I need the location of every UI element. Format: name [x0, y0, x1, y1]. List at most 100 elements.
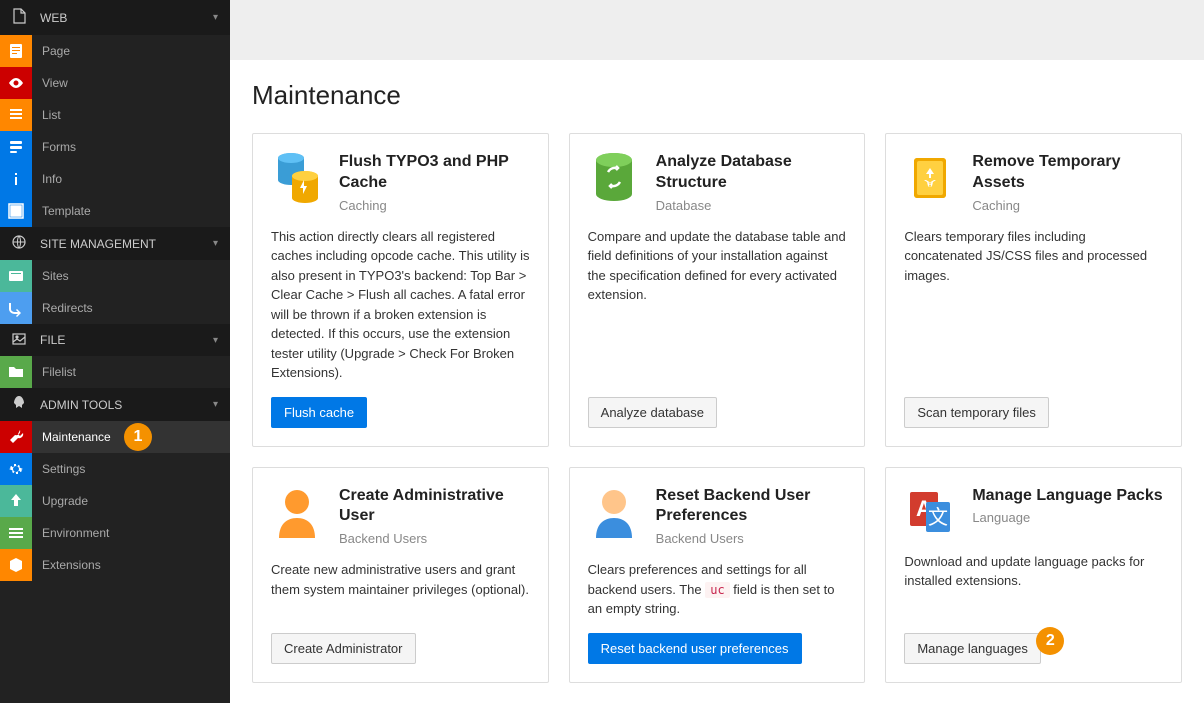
manage-languages-button[interactable]: Manage languages	[904, 633, 1041, 664]
upgrade-icon	[0, 485, 32, 517]
card-description: Clears temporary files including concate…	[904, 227, 1163, 383]
main-content: Maintenance Flush TYPO3 and PHP Cache Ca…	[230, 0, 1204, 703]
nav-item-sites[interactable]: Sites	[0, 260, 230, 292]
flush-cache-button[interactable]: Flush cache	[271, 397, 367, 428]
wrench-icon	[0, 421, 32, 453]
nav-item-list[interactable]: List	[0, 99, 230, 131]
cards-grid: Flush TYPO3 and PHP Cache Caching This a…	[252, 133, 1182, 683]
card-subtitle: Language	[972, 510, 1162, 525]
step-badge-1: 1	[124, 423, 152, 451]
card-description: Download and update language packs for i…	[904, 552, 1163, 619]
card-description: Create new administrative users and gran…	[271, 560, 530, 619]
card-subtitle: Caching	[972, 198, 1163, 213]
nav-item-label: Sites	[32, 269, 69, 283]
nav-item-extensions[interactable]: Extensions	[0, 549, 230, 581]
nav-item-page[interactable]: Page	[0, 35, 230, 67]
chevron-down-icon: ▾	[213, 238, 218, 249]
user-blue-icon	[588, 486, 640, 538]
card-description: This action directly clears all register…	[271, 227, 530, 383]
environment-icon	[0, 517, 32, 549]
globe-icon	[12, 235, 40, 252]
card-title: Remove Temporary Assets	[972, 152, 1163, 194]
nav-item-info[interactable]: Info	[0, 163, 230, 195]
rocket-icon	[12, 396, 40, 413]
redirects-icon	[0, 292, 32, 324]
nav-item-environment[interactable]: Environment	[0, 517, 230, 549]
nav-section-label: WEB	[40, 11, 67, 25]
card-title: Flush TYPO3 and PHP Cache	[339, 152, 530, 194]
svg-text:文: 文	[928, 506, 948, 529]
nav-item-view[interactable]: View	[0, 67, 230, 99]
card-reset-backend-prefs: Reset Backend User Preferences Backend U…	[569, 467, 866, 683]
card-subtitle: Backend Users	[339, 531, 530, 546]
nav-section-label: FILE	[40, 333, 65, 347]
reset-backend-prefs-button[interactable]: Reset backend user preferences	[588, 633, 802, 664]
nav-item-label: Filelist	[32, 365, 76, 379]
info-icon	[0, 163, 32, 195]
nav-item-settings[interactable]: Settings	[0, 453, 230, 485]
nav-item-forms[interactable]: Forms	[0, 131, 230, 163]
nav-section-label: ADMIN TOOLS	[40, 398, 122, 412]
nav-item-label: Info	[32, 172, 62, 186]
file-icon	[12, 8, 40, 27]
nav-item-label: Template	[32, 204, 91, 218]
page-icon	[0, 35, 32, 67]
page-title: Maintenance	[252, 80, 1182, 111]
recycle-icon	[904, 152, 956, 204]
nav-item-label: Extensions	[32, 558, 101, 572]
list-icon	[0, 99, 32, 131]
card-subtitle: Database	[656, 198, 847, 213]
nav-item-label: Forms	[32, 140, 76, 154]
nav-item-redirects[interactable]: Redirects	[0, 292, 230, 324]
chevron-down-icon: ▾	[213, 399, 218, 410]
card-subtitle: Backend Users	[656, 531, 847, 546]
card-flush-cache: Flush TYPO3 and PHP Cache Caching This a…	[252, 133, 549, 447]
eye-icon	[0, 67, 32, 99]
nav-section-file[interactable]: FILE ▾	[0, 324, 230, 356]
gear-icon	[0, 453, 32, 485]
template-icon	[0, 195, 32, 227]
nav-section-web[interactable]: WEB ▾	[0, 0, 230, 35]
user-orange-icon	[271, 486, 323, 538]
card-remove-temp-assets: Remove Temporary Assets Caching Clears t…	[885, 133, 1182, 447]
nav-item-label: List	[32, 108, 61, 122]
card-title: Reset Backend User Preferences	[656, 486, 847, 528]
card-title: Manage Language Packs	[972, 486, 1162, 507]
sites-icon	[0, 260, 32, 292]
card-title: Analyze Database Structure	[656, 152, 847, 194]
card-title: Create Administrative User	[339, 486, 530, 528]
language-icon: A文	[904, 486, 956, 538]
nav-section-admin-tools[interactable]: ADMIN TOOLS ▾	[0, 388, 230, 421]
nav-section-label: SITE MANAGEMENT	[40, 237, 156, 251]
cache-icon	[271, 152, 323, 204]
nav-item-label: View	[32, 76, 68, 90]
nav-item-filelist[interactable]: Filelist	[0, 356, 230, 388]
scan-temporary-files-button[interactable]: Scan temporary files	[904, 397, 1049, 428]
nav-item-template[interactable]: Template	[0, 195, 230, 227]
analyze-database-button[interactable]: Analyze database	[588, 397, 717, 428]
nav-item-label: Settings	[32, 462, 85, 476]
chevron-down-icon: ▾	[213, 335, 218, 346]
nav-item-label: Upgrade	[32, 494, 88, 508]
nav-section-site-management[interactable]: SITE MANAGEMENT ▾	[0, 227, 230, 260]
nav-item-label: Environment	[32, 526, 109, 540]
content-area: Maintenance Flush TYPO3 and PHP Cache Ca…	[230, 60, 1204, 703]
extensions-icon	[0, 549, 32, 581]
forms-icon	[0, 131, 32, 163]
card-manage-language-packs: A文 Manage Language Packs Language Downlo…	[885, 467, 1182, 683]
card-description: Compare and update the database table an…	[588, 227, 847, 383]
nav-item-maintenance[interactable]: Maintenance 1	[0, 421, 230, 453]
desc-code: uc	[705, 582, 729, 598]
database-icon	[588, 152, 640, 204]
filelist-icon	[0, 356, 32, 388]
chevron-down-icon: ▾	[213, 12, 218, 23]
create-administrator-button[interactable]: Create Administrator	[271, 633, 416, 664]
nav-item-upgrade[interactable]: Upgrade	[0, 485, 230, 517]
image-icon	[12, 332, 40, 348]
sidebar: WEB ▾ Page View List Forms	[0, 0, 230, 703]
topbar	[230, 0, 1204, 60]
step-badge-2: 2	[1036, 627, 1064, 655]
nav-item-label: Maintenance	[32, 430, 111, 444]
card-subtitle: Caching	[339, 198, 530, 213]
nav-item-label: Page	[32, 44, 70, 58]
